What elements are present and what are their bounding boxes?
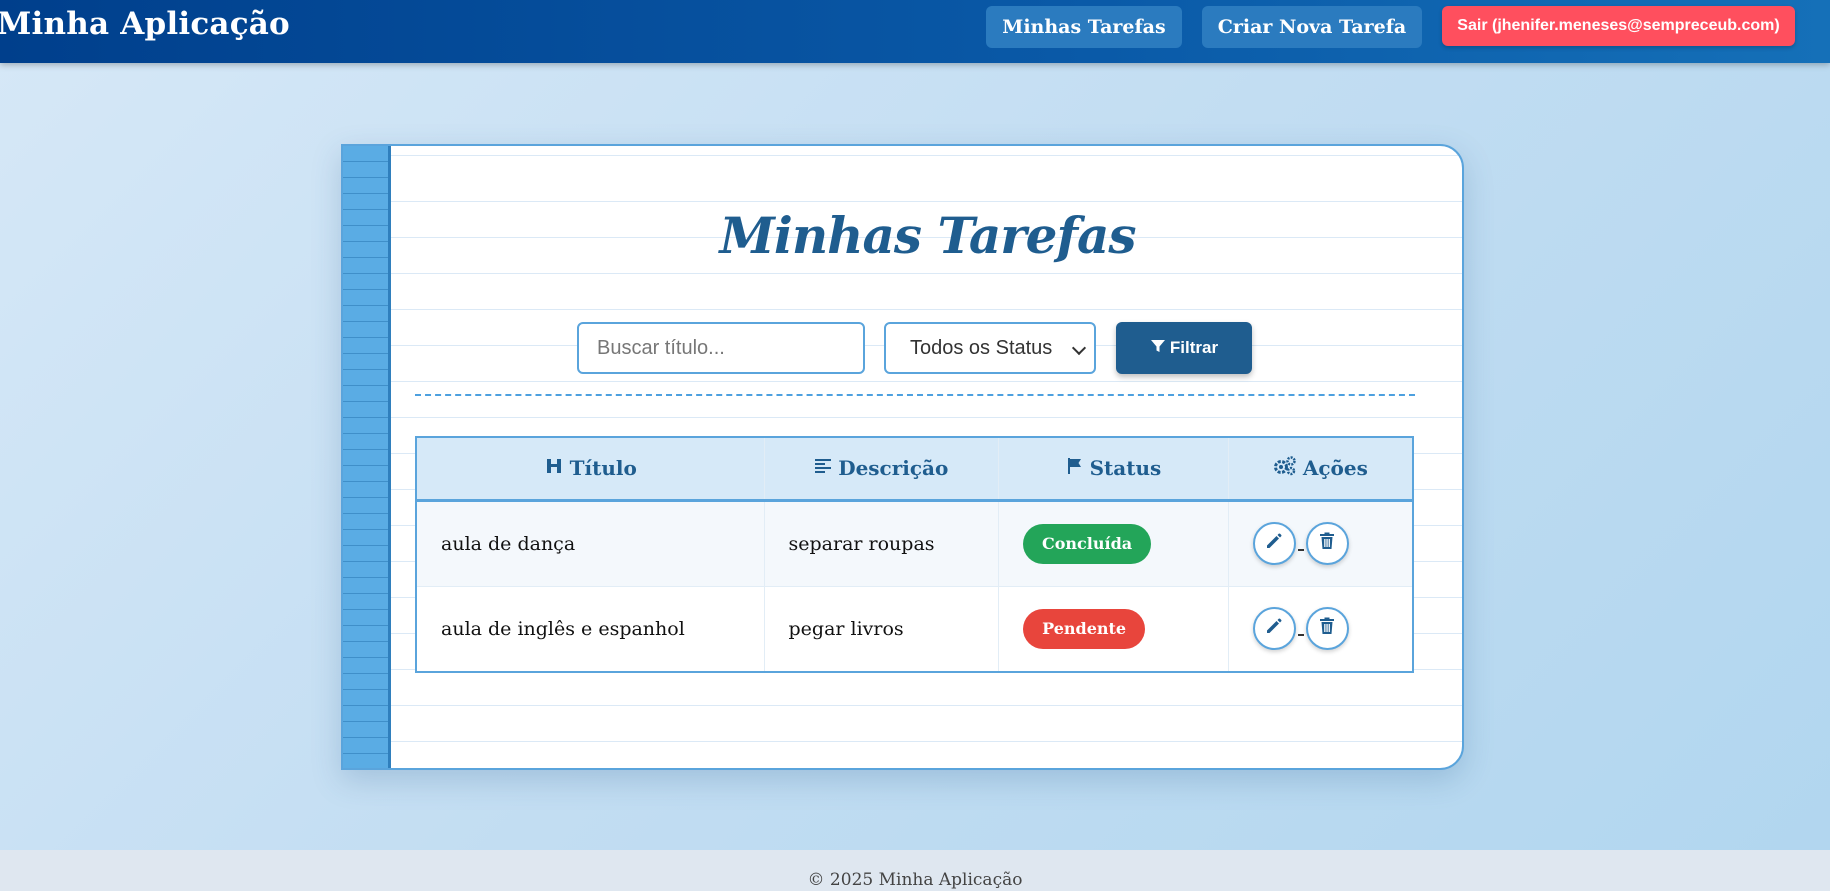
page-footer: © 2025 Minha Aplicação [0, 850, 1830, 891]
actions-separator [1297, 548, 1304, 551]
flag-icon [1066, 456, 1084, 480]
edit-button[interactable] [1252, 522, 1296, 565]
trash-icon [1319, 617, 1335, 640]
status-filter-value: Todos os Status [910, 336, 1053, 359]
nav-my-tasks-button[interactable]: Minhas Tarefas [986, 6, 1182, 48]
header-actions: Ações [1228, 437, 1414, 502]
task-actions-cell [1228, 586, 1414, 673]
nav-create-task-button[interactable]: Criar Nova Tarefa [1202, 6, 1422, 48]
actions-separator [1297, 633, 1304, 636]
tasks-table: Título Descrição Status Ações aula de da… [415, 436, 1414, 673]
delete-button[interactable] [1305, 607, 1349, 651]
heading-icon [544, 456, 564, 481]
status-filter-select[interactable]: Todos os Status [884, 322, 1096, 374]
header-description: Descrição [764, 437, 1000, 502]
pencil-icon [1265, 532, 1283, 555]
chevron-down-icon [1071, 340, 1087, 356]
header-status-label: Status [1089, 456, 1162, 481]
header-description-label: Descrição [838, 456, 949, 481]
table-header-row: Título Descrição Status Ações [416, 437, 1414, 502]
page-title: Minhas Tarefas [719, 206, 1136, 265]
filter-icon [1150, 338, 1166, 359]
filter-button[interactable]: Filtrar [1116, 322, 1252, 374]
header-actions-label: Ações [1302, 456, 1368, 481]
notebook-spine [343, 146, 391, 768]
task-description: pegar livros [764, 586, 1000, 673]
task-title: aula de inglês e espanhol [416, 586, 765, 673]
logout-button[interactable]: Sair (jhenifer.meneses@sempreceub.com) [1442, 6, 1795, 46]
status-badge: Pendente [1023, 608, 1146, 649]
header-title-label: Título [569, 456, 637, 481]
header-status: Status [998, 437, 1229, 502]
task-description: separar roupas [764, 500, 1000, 587]
dashed-divider [415, 394, 1415, 396]
edit-button[interactable] [1252, 607, 1296, 651]
pencil-icon [1265, 617, 1283, 640]
task-actions-cell [1228, 500, 1414, 587]
footer-copyright: © 2025 Minha Aplicação [807, 870, 1023, 890]
top-navbar: Minha Aplicação Minhas Tarefas Criar Nov… [0, 0, 1830, 63]
task-status-cell: Concluída [998, 500, 1229, 587]
search-input[interactable] [577, 322, 865, 374]
task-status-cell: Pendente [998, 586, 1229, 673]
brand-title[interactable]: Minha Aplicação [0, 6, 290, 42]
gears-icon [1273, 456, 1297, 481]
delete-button[interactable] [1305, 522, 1349, 565]
status-badge: Concluída [1023, 523, 1152, 564]
tasks-notebook-card: Minhas Tarefas Todos os Status Filtrar T… [341, 144, 1464, 770]
trash-icon [1319, 532, 1335, 555]
filter-button-label: Filtrar [1169, 338, 1219, 357]
header-title: Título [416, 437, 765, 502]
table-row: aula de inglês e espanhol pegar livros P… [416, 586, 1414, 673]
table-row: aula de dança separar roupas Concluída [416, 500, 1414, 587]
task-title: aula de dança [416, 500, 765, 587]
align-left-icon [814, 456, 832, 480]
